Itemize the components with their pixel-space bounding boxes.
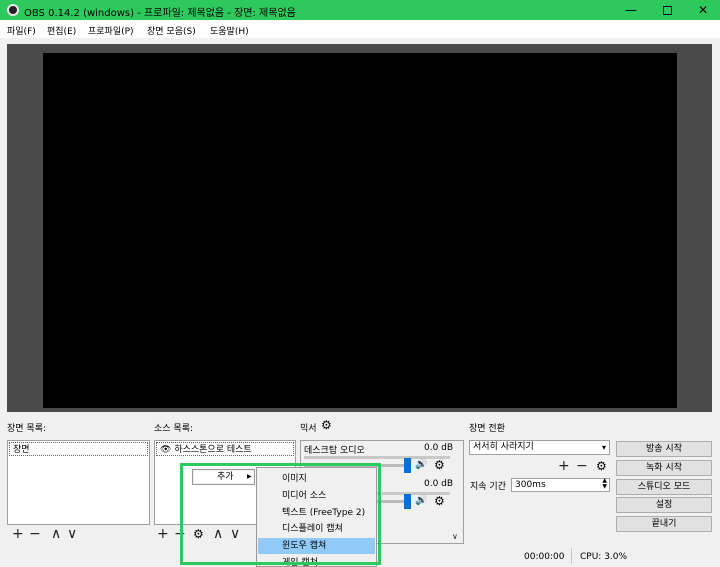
menu-help[interactable]: 도움말(H) xyxy=(210,24,249,37)
volume-slider-handle[interactable] xyxy=(404,458,411,473)
start-streaming-button[interactable]: 방송 시작 xyxy=(616,441,712,457)
status-divider xyxy=(571,548,572,564)
maximize-icon xyxy=(662,5,672,15)
duration-label: 지속 기간 xyxy=(470,482,506,492)
obs-logo-icon xyxy=(7,4,19,16)
maximize-button[interactable] xyxy=(650,0,684,20)
scene-item[interactable]: 장면 xyxy=(9,442,148,456)
channel-gear-icon[interactable]: ⚙ xyxy=(434,494,445,508)
scenes-list[interactable]: 장면 xyxy=(7,440,150,525)
scenes-title: 장면 목록: xyxy=(7,424,47,434)
remove-scene-button[interactable]: − xyxy=(29,527,41,541)
mixer-channel-db: 0.0 dB xyxy=(424,443,454,453)
preview-area[interactable] xyxy=(7,44,712,412)
sources-title: 소스 목록: xyxy=(154,424,194,434)
menu-scene-collection[interactable]: 장면 모음(S) xyxy=(147,24,196,37)
transitions-title: 장면 전환 xyxy=(469,424,505,434)
menu-edit[interactable]: 편집(E) xyxy=(47,24,76,37)
transition-select[interactable]: 서서히 사라지기 ▾ xyxy=(469,440,610,455)
menu-file[interactable]: 파일(F) xyxy=(7,24,36,37)
volume-slider-handle[interactable] xyxy=(404,494,411,509)
remove-transition-button[interactable]: − xyxy=(576,459,588,473)
speaker-icon[interactable]: 🔊 xyxy=(415,459,427,470)
add-source-button[interactable]: + xyxy=(157,527,169,541)
minimize-button[interactable]: — xyxy=(614,0,648,20)
window-title: OBS 0.14.2 (windows) - 프로파일: 제목없음 - 장면: … xyxy=(24,8,296,19)
mixer-gear-icon[interactable]: ⚙ xyxy=(321,418,332,432)
spin-arrows-icon[interactable]: ▲ ▼ xyxy=(602,478,607,490)
mixer-channel-name: 데스크탑 오디오 xyxy=(304,446,365,456)
highlight-frame xyxy=(180,463,381,565)
mixer-scroll-down-icon[interactable]: ∨ xyxy=(452,530,458,544)
speaker-icon[interactable]: 🔊 xyxy=(415,495,427,506)
scene-up-button[interactable]: ∧ xyxy=(51,527,61,541)
studio-mode-button[interactable]: 스튜디오 모드 xyxy=(616,479,712,495)
status-time: 00:00:00 xyxy=(524,552,565,562)
transition-select-value: 서서히 사라지기 xyxy=(473,442,534,452)
spin-down-icon[interactable]: ▼ xyxy=(602,484,607,490)
chevron-down-icon: ▾ xyxy=(601,443,606,452)
menu-bar: 파일(F) 편집(E) 프로파일(P) 장면 모음(S) 도움말(H) xyxy=(0,20,720,38)
audio-meter xyxy=(304,456,450,459)
title-bar: OBS 0.14.2 (windows) - 프로파일: 제목없음 - 장면: … xyxy=(0,0,720,20)
exit-button[interactable]: 끝내기 xyxy=(616,516,712,532)
duration-spinbox[interactable]: 300ms ▲ ▼ xyxy=(511,478,610,492)
start-recording-button[interactable]: 녹화 시작 xyxy=(616,460,712,476)
status-cpu: CPU: 3.0% xyxy=(580,552,628,562)
transition-gear-icon[interactable]: ⚙ xyxy=(596,459,607,473)
close-button[interactable]: ✕ xyxy=(686,0,720,20)
scene-down-button[interactable]: ∨ xyxy=(67,527,77,541)
preview-screen[interactable] xyxy=(43,53,677,408)
mixer-title: 믹서 xyxy=(300,424,317,434)
visibility-eye-icon[interactable]: 👁 xyxy=(160,445,171,455)
source-item[interactable]: 👁 하스스톤으로 테스트 xyxy=(156,442,294,456)
menu-profile[interactable]: 프로파일(P) xyxy=(88,24,134,37)
mixer-channel-db: 0.0 dB xyxy=(424,479,454,489)
add-scene-button[interactable]: + xyxy=(12,527,24,541)
channel-gear-icon[interactable]: ⚙ xyxy=(434,458,445,472)
add-transition-button[interactable]: + xyxy=(558,459,570,473)
duration-value: 300ms xyxy=(515,480,546,490)
settings-button[interactable]: 설정 xyxy=(616,497,712,513)
source-item-label: 하스스톤으로 테스트 xyxy=(174,445,252,455)
